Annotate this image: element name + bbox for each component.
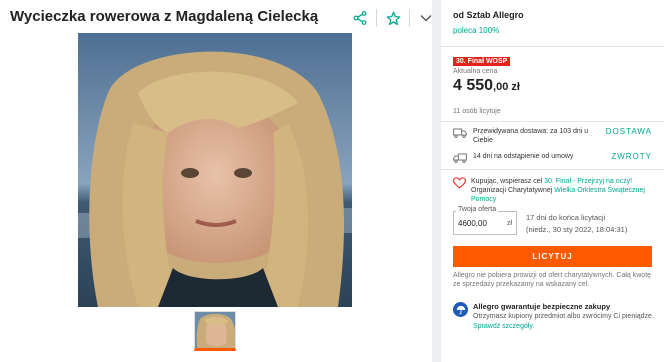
main-product-photo[interactable] <box>78 33 352 307</box>
delivery-link[interactable]: DOSTAWA <box>606 127 652 138</box>
divider <box>409 9 410 27</box>
share-icon[interactable] <box>350 9 370 27</box>
returns-row: 14 dni na odstąpienie od umowy ZWROTY <box>453 152 652 164</box>
time-remaining: 17 dni do końca licytacji <box>526 213 606 222</box>
charity-goal-link[interactable]: 30. Finał - Przejrzyj na oczy! <box>544 178 632 185</box>
divider <box>441 121 664 122</box>
bid-amount-input[interactable] <box>458 219 504 228</box>
product-gallery-panel: Wycieczka rowerowa z Magdaleną Cielecką <box>0 0 432 362</box>
returns-link[interactable]: ZWROTY <box>611 152 652 163</box>
return-truck-icon <box>453 153 467 164</box>
bid-button[interactable]: LICYTUJ <box>453 246 652 267</box>
divider <box>376 9 377 27</box>
delivery-text: Przewidywana dostawa: za 103 dni u Ciebi… <box>473 128 589 145</box>
price-cents: ,00 zł <box>493 81 520 93</box>
bid-offer-field[interactable]: Twoja oferta zł <box>453 206 517 235</box>
charity-note: Allegro nie pobiera prowizji od ofert ch… <box>453 272 652 289</box>
listing-title: Wycieczka rowerowa z Magdaleną Cielecką <box>10 8 319 25</box>
guarantee-link[interactable]: Sprawdź szczegóły. <box>473 323 534 330</box>
guarantee-text: Allegro gwarantuje bezpieczne zakupy Otr… <box>473 302 654 331</box>
heart-icon <box>453 177 466 189</box>
divider <box>441 169 664 170</box>
truck-icon <box>453 128 467 139</box>
umbrella-icon <box>453 302 468 317</box>
seller-recommendation: poleca 100% <box>453 26 500 35</box>
charity-part1: Kupując, wspierasz cel <box>471 178 543 185</box>
price-label: Aktualna cena <box>453 68 498 75</box>
returns-text: 14 dni na odstąpienie od umowy <box>473 153 574 160</box>
bidders-count: 11 osób licytuje <box>453 108 501 115</box>
seller-name[interactable]: od Sztab Allegro <box>453 10 524 20</box>
listing-actions <box>350 9 436 27</box>
bid-offer-label: Twoja oferta <box>456 206 499 213</box>
delivery-row: Przewidywana dostawa: za 103 dni u Ciebi… <box>453 127 652 146</box>
purchase-panel: od Sztab Allegro poleca 100% 30. Finał W… <box>441 0 664 362</box>
guarantee-title: Allegro gwarantuje bezpieczne zakupy <box>473 302 611 311</box>
divider <box>441 46 664 47</box>
star-icon[interactable] <box>383 9 403 27</box>
price-amount: 4 550 <box>453 77 494 94</box>
auction-end-date: (niedz., 30 sty 2022, 18:04:31) <box>526 225 628 234</box>
guarantee-box: Allegro gwarantuje bezpieczne zakupy Otr… <box>453 302 654 331</box>
gallery-thumbnail[interactable] <box>194 311 236 351</box>
charity-info: Kupując, wspierasz cel 30. Finał - Przej… <box>453 177 652 204</box>
charity-badge: 30. Finał WOŚP <box>453 57 511 66</box>
current-price: 4 550,00 zł <box>453 77 520 95</box>
chevron-down-icon[interactable] <box>416 9 436 27</box>
bid-currency: zł <box>506 220 512 227</box>
guarantee-description: Otrzymasz kupiony przedmiot albo zwrócim… <box>473 313 654 321</box>
charity-part2: Organizacji Charytatywnej <box>471 187 553 195</box>
charity-text: Kupując, wspierasz cel 30. Finał - Przej… <box>471 177 652 204</box>
